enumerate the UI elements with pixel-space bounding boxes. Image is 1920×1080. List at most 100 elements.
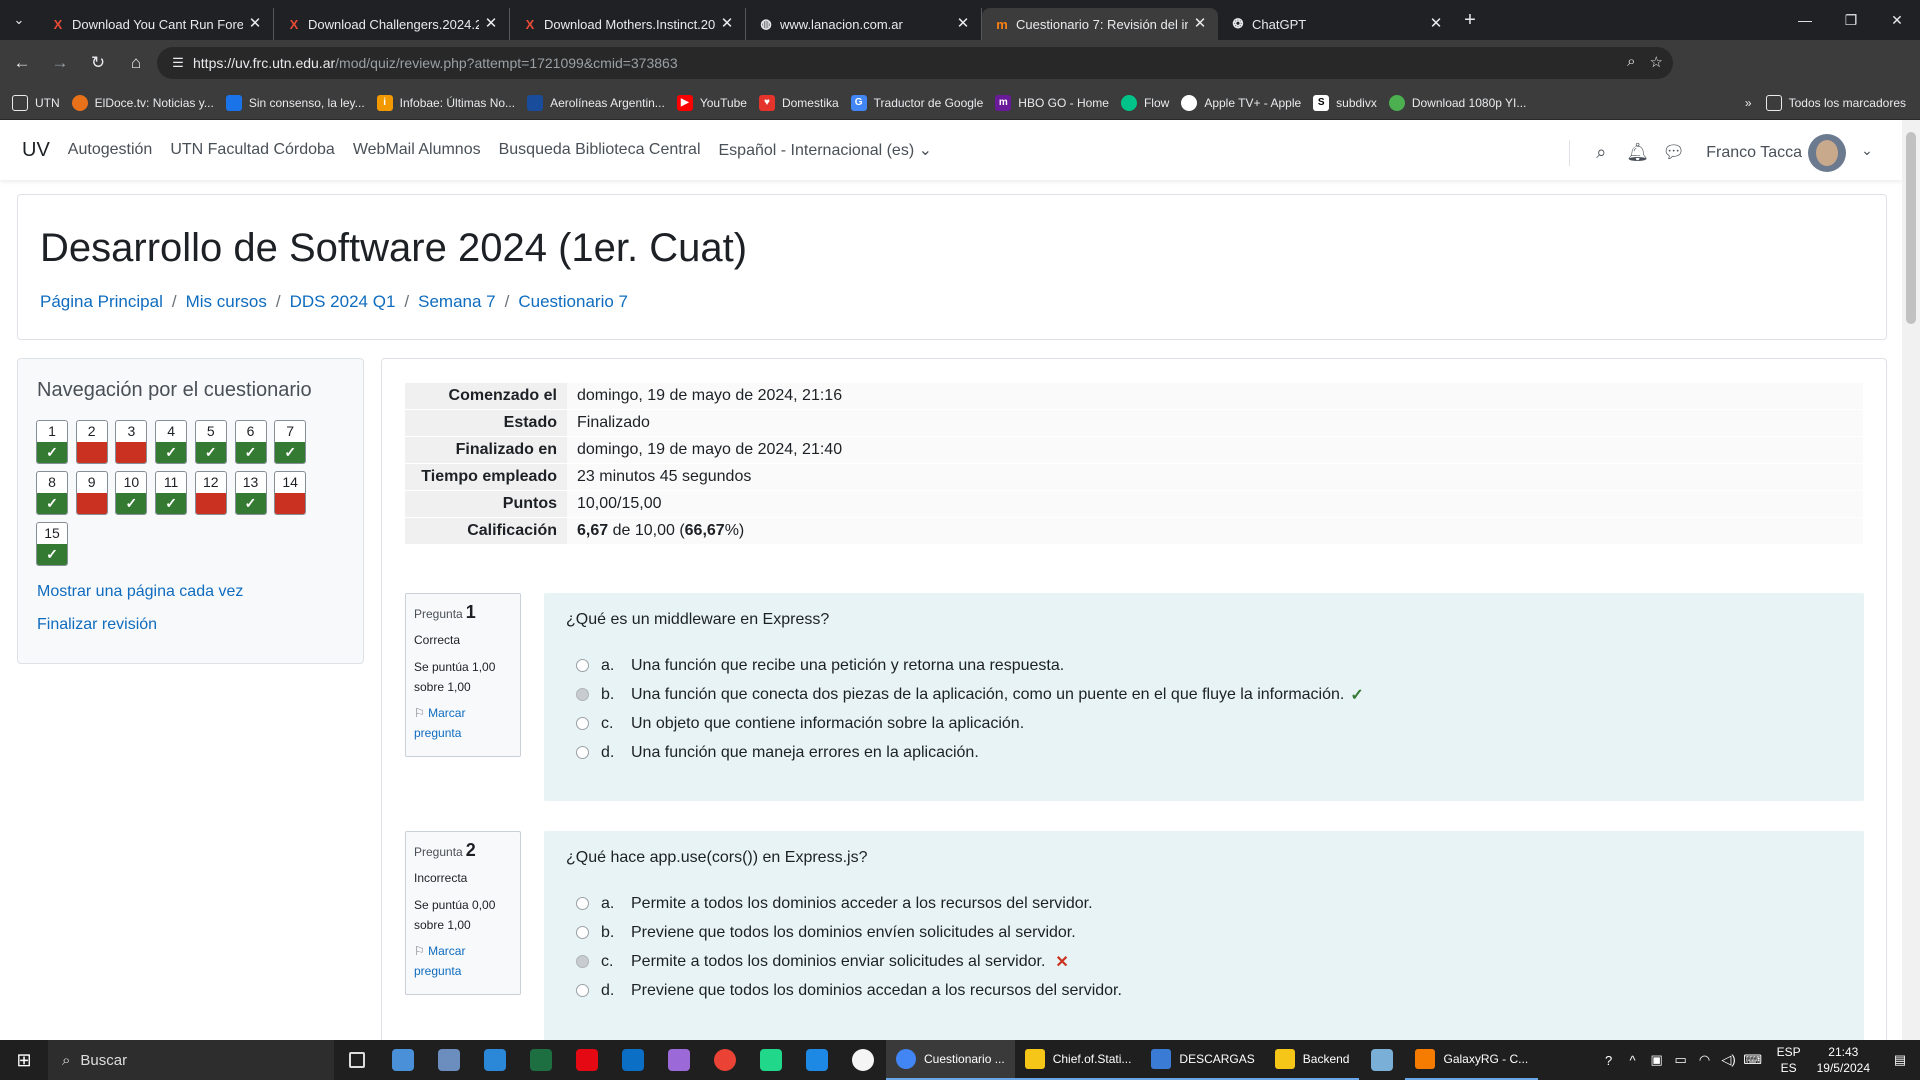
bookmark-google-translate[interactable]: G Traductor de Google [850,94,983,111]
store-icon[interactable] [472,1040,518,1080]
tab-5-active[interactable]: m Cuestionario 7: Revisión del intento ✕ [982,8,1218,40]
quiz-nav-button[interactable]: 8 ✓ [36,471,68,515]
messages-icon[interactable]: 💬︎ [1662,142,1685,164]
bookmark-domestika[interactable]: ♥ Domestika [758,94,839,111]
tab-4[interactable]: ◍ www.lanacion.com.ar ✕ [746,8,982,40]
nav-webmail[interactable]: WebMail Alumnos [353,141,481,159]
bookmark-star-icon[interactable]: ☆ [1650,53,1663,71]
quiz-nav-button[interactable]: 5 ✓ [194,420,227,464]
forward-icon[interactable]: → [44,47,76,79]
pycharm-icon[interactable] [748,1040,794,1080]
home-icon[interactable]: ⌂ [120,47,152,79]
breadcrumb-quiz[interactable]: Cuestionario 7 [518,292,628,312]
taskbar-app-downloads[interactable]: DESCARGAS [1141,1040,1265,1080]
search-icon[interactable]: ⌕ [1590,142,1612,164]
bookmark-subdivx[interactable]: Ssubdivx [1313,94,1377,111]
avatar[interactable] [1808,134,1846,172]
close-window-icon[interactable]: ✕ [1874,0,1920,40]
bookmark-utn[interactable]: UTN [12,94,60,111]
quiz-nav-button[interactable]: 6 ✓ [234,420,267,464]
show-one-page-link[interactable]: Mostrar una página cada vez [37,583,243,601]
taskbar-app-folder[interactable]: Backend [1264,1040,1360,1080]
minimize-icon[interactable]: — [1782,0,1828,40]
help-icon[interactable]: ? [1599,1053,1619,1068]
itunes-icon[interactable] [840,1040,886,1080]
more-bookmarks-icon[interactable]: » [1745,96,1752,110]
pinned-app-icon[interactable] [380,1040,426,1080]
breadcrumb-my-courses[interactable]: Mis cursos [186,292,267,312]
user-menu-chevron-icon[interactable]: ⌄ [1856,142,1878,164]
tab-1[interactable]: X Download You Cant Run Forever ✕ [38,8,274,40]
user-name[interactable]: Franco Tacca [1706,144,1802,162]
quiz-nav-button[interactable]: 15 ✓ [36,522,68,566]
close-icon[interactable]: ✕ [247,16,263,32]
quiz-nav-button[interactable]: 3 [115,420,148,464]
chrome-icon[interactable] [702,1040,748,1080]
bookmark-eldoce[interactable]: ElDoce.tv: Noticias y... [71,94,214,111]
quiz-nav-button[interactable]: 9 [75,471,108,515]
breadcrumb-week[interactable]: Semana 7 [418,292,496,312]
page-scrollbar[interactable] [1902,120,1920,1040]
tab-3[interactable]: X Download Mothers.Instinct.2024 ✕ [510,8,746,40]
windows-start-icon[interactable]: ⊞ [0,1050,48,1071]
all-bookmarks-button[interactable]: Todos los marcadores [1765,95,1906,111]
keyboard-icon[interactable]: ⌨ [1743,1052,1763,1068]
battery-icon[interactable]: ▭ [1671,1052,1691,1068]
flag-question-link[interactable]: ⚐ Marcar pregunta [414,703,512,743]
show-hidden-icons-chevron[interactable]: ^ [1623,1053,1643,1068]
scrollbar-thumb[interactable] [1906,132,1916,324]
bookmark-download-1080p[interactable]: Download 1080p YI... [1388,94,1526,111]
breadcrumb-course[interactable]: DDS 2024 Q1 [290,292,396,312]
tab-2[interactable]: X Download Challengers.2024.2160p ✕ [274,8,510,40]
bookmark-aerolineas[interactable]: Aerolíneas Argentin... [527,94,665,111]
volume-icon[interactable]: ◁) [1719,1052,1739,1068]
close-icon[interactable]: ✕ [1428,16,1444,32]
network-tray-icon[interactable]: ▣ [1647,1052,1667,1068]
breadcrumb-home[interactable]: Página Principal [40,292,163,312]
close-icon[interactable]: ✕ [719,16,735,32]
quiz-nav-button[interactable]: 11 ✓ [155,471,188,515]
tab-search-chevron-icon[interactable]: ⌄ [0,5,38,35]
quiz-nav-button[interactable]: 13 ✓ [234,471,267,515]
language-menu[interactable]: Español - Internacional (es) ⌄ [719,140,933,160]
netflix-icon[interactable] [564,1040,610,1080]
clock[interactable]: 21:43 19/5/2024 [1817,1044,1870,1076]
bookmark-sin-consenso[interactable]: Sin consenso, la ley... [225,94,365,111]
taskbar-search[interactable]: ⌕ Buscar [48,1040,334,1080]
close-icon[interactable]: ✕ [1192,16,1208,32]
taskbar-app-vlc[interactable]: GalaxyRG - C... [1405,1040,1539,1080]
language-indicator[interactable]: ESP ES [1777,1044,1801,1076]
quiz-nav-button[interactable]: 10 ✓ [115,471,148,515]
flag-question-link[interactable]: ⚐ Marcar pregunta [414,941,512,981]
close-icon[interactable]: ✕ [483,16,499,32]
close-icon[interactable]: ✕ [955,16,971,32]
quiz-nav-button[interactable]: 12 [194,471,227,515]
quiz-nav-button[interactable]: 1 ✓ [36,420,68,464]
restore-icon[interactable]: ❐ [1828,0,1874,40]
calculator-icon[interactable] [426,1040,472,1080]
taskbar-app-chrome[interactable]: Cuestionario ... [886,1040,1015,1080]
zoom-icon[interactable]: ⌕ [1627,53,1635,71]
nav-autogestion[interactable]: Autogestión [68,141,153,159]
notifications-icon[interactable]: ▤ [1890,1052,1910,1068]
pinned-app-icon[interactable] [794,1040,840,1080]
back-icon[interactable]: ← [6,47,38,79]
quiz-nav-button[interactable]: 2 [75,420,108,464]
pinned-app-icon[interactable] [1359,1040,1405,1080]
excel-icon[interactable] [518,1040,564,1080]
new-tab-button[interactable]: + [1454,4,1486,36]
bookmark-infobae[interactable]: i Infobae: Últimas No... [376,94,515,111]
address-bar[interactable]: ☰ https://uv.frc.utn.edu.ar/mod/quiz/rev… [157,47,1673,79]
bookmark-flow[interactable]: Flow [1120,94,1169,111]
reload-icon[interactable]: ↻ [82,47,114,79]
nav-utn-cordoba[interactable]: UTN Facultad Córdoba [170,141,335,159]
wifi-icon[interactable]: ◠ [1695,1052,1715,1068]
quiz-nav-button[interactable]: 4 ✓ [155,420,188,464]
pinned-app-icon[interactable] [656,1040,702,1080]
site-info-icon[interactable]: ☰ [163,55,193,71]
nav-biblioteca[interactable]: Busqueda Biblioteca Central [499,141,701,159]
finish-review-link[interactable]: Finalizar revisión [37,616,157,634]
bookmark-youtube[interactable]: ▶ YouTube [676,94,747,111]
taskbar-app-folder[interactable]: Chief.of.Stati... [1014,1040,1142,1080]
task-view-icon[interactable] [334,1040,380,1080]
